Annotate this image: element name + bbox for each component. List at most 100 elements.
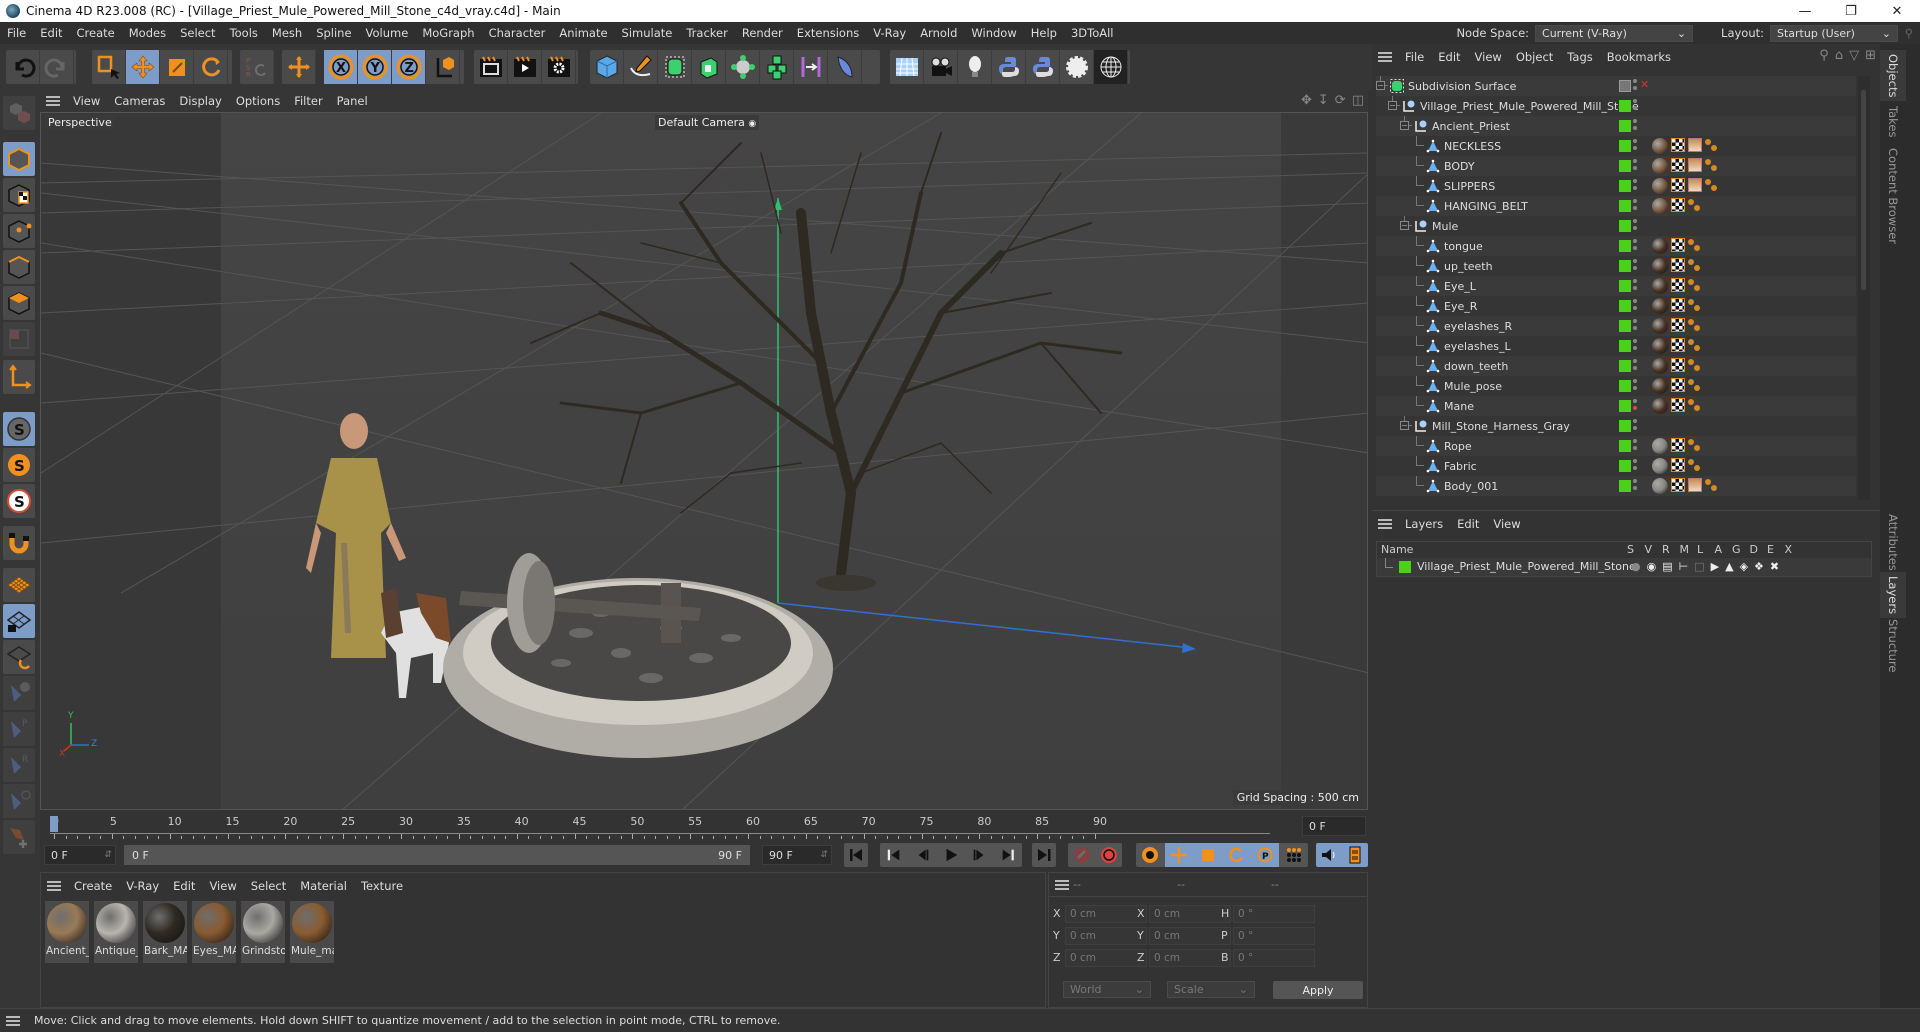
pin-rotation-button[interactable]: R <box>3 748 35 782</box>
points-mode-button[interactable] <box>3 214 35 248</box>
menu-tracker[interactable]: Tracker <box>679 26 735 40</box>
object-row[interactable]: − Ancient_Priest <box>1376 116 1856 136</box>
uvw-tag-icon[interactable] <box>1671 318 1685 332</box>
model-mode-button[interactable] <box>3 142 35 176</box>
editor-visibility-dot[interactable] <box>1633 259 1637 263</box>
uvw-tag-icon[interactable] <box>1671 358 1685 372</box>
editor-visibility-dot[interactable] <box>1633 319 1637 323</box>
layer-menu-edit[interactable]: Edit <box>1450 517 1486 531</box>
node-space-dropdown[interactable]: Current (V-Ray) ⌄ <box>1535 24 1694 42</box>
layer-column-r[interactable]: R <box>1662 543 1670 556</box>
object-row[interactable]: eyelashes_L <box>1376 336 1856 356</box>
object-row[interactable]: eyelashes_R <box>1376 316 1856 336</box>
render-visibility-dot[interactable] <box>1633 326 1637 330</box>
layer-color-indicator[interactable] <box>1619 380 1631 392</box>
phong-tag-icon[interactable] <box>1688 458 1702 472</box>
object-menu-file[interactable]: File <box>1398 50 1431 64</box>
menu-mesh[interactable]: Mesh <box>265 26 309 40</box>
visibility-dots[interactable] <box>1633 379 1637 393</box>
object-row[interactable]: Body_001 <box>1376 476 1856 496</box>
zoom-view-icon[interactable]: ↧ <box>1318 93 1329 108</box>
menu-character[interactable]: Character <box>482 26 553 40</box>
cube-button[interactable] <box>590 50 624 84</box>
uvw-tag-icon[interactable] <box>1671 138 1685 152</box>
render-visibility-dot[interactable] <box>1633 246 1637 250</box>
toggle-view-layout-icon[interactable]: ◫ <box>1352 93 1364 108</box>
selection-tag-icon[interactable] <box>1688 478 1702 492</box>
lock-workplane-button[interactable] <box>3 604 35 638</box>
record-active-objects-button[interactable] <box>1068 843 1095 867</box>
object-name[interactable]: Mill_Stone_Harness_Gray <box>1432 420 1570 433</box>
python-button[interactable] <box>992 50 1026 84</box>
menu-select[interactable]: Select <box>173 26 222 40</box>
phong-tag-icon[interactable] <box>1688 338 1702 352</box>
object-row[interactable]: − Mule <box>1376 216 1856 236</box>
hamburger-menu-icon[interactable] <box>1055 879 1069 890</box>
object-name[interactable]: Body_001 <box>1444 480 1498 493</box>
editor-visibility-dot[interactable] <box>1633 279 1637 283</box>
pin-position-button[interactable]: P <box>3 712 35 746</box>
collapse-toggle-icon[interactable]: − <box>1376 81 1385 90</box>
layer-column-s[interactable]: S <box>1627 543 1634 556</box>
visibility-dots[interactable] <box>1633 299 1637 313</box>
scale-tool-button[interactable] <box>160 50 194 84</box>
phong-tag-icon[interactable] <box>1688 318 1702 332</box>
render-visibility-dot[interactable] <box>1633 146 1637 150</box>
editor-visibility-dot[interactable] <box>1633 479 1637 483</box>
coordinate-mode-dropdown[interactable]: Scale ⌄ <box>1167 981 1255 998</box>
floor-button[interactable] <box>890 50 924 84</box>
uv-mode-button[interactable] <box>3 322 35 356</box>
layer-color-indicator[interactable] <box>1619 260 1631 272</box>
menu-3dtoall[interactable]: 3DToAll <box>1064 26 1121 40</box>
edges-mode-button[interactable] <box>3 250 35 284</box>
editor-visibility-dot[interactable] <box>1633 119 1637 123</box>
layer-color-indicator[interactable] <box>1619 360 1631 372</box>
editor-visibility-dot[interactable] <box>1633 459 1637 463</box>
material-tag-icon[interactable] <box>1652 458 1668 474</box>
globe-button[interactable] <box>1094 50 1128 84</box>
uvw-tag-icon[interactable] <box>1671 458 1685 472</box>
selection-tag-icon[interactable] <box>1688 158 1702 172</box>
object-row[interactable]: Eye_R <box>1376 296 1856 316</box>
generator-icon[interactable]: ▲ <box>1725 560 1733 573</box>
collapse-toggle-icon[interactable]: − <box>1400 221 1409 230</box>
menu-help[interactable]: Help <box>1024 26 1064 40</box>
object-name[interactable]: eyelashes_L <box>1444 340 1511 353</box>
render-picture-viewer-button[interactable] <box>508 50 542 84</box>
next-frame-button[interactable] <box>965 843 993 867</box>
object-row[interactable]: Mane <box>1376 396 1856 416</box>
coordinate-system-button[interactable] <box>426 50 460 84</box>
rotate-tool-button[interactable] <box>194 50 228 84</box>
layer-color-indicator[interactable] <box>1619 460 1631 472</box>
pen-button[interactable] <box>624 50 658 84</box>
autokeying-button[interactable] <box>1095 843 1122 867</box>
object-name[interactable]: Village_Priest_Mule_Powered_Mill_Stone <box>1420 100 1639 113</box>
render-visibility-dot[interactable] <box>1633 126 1637 130</box>
menu-animate[interactable]: Animate <box>552 26 614 40</box>
solo-single-button[interactable]: S <box>3 448 35 482</box>
object-row[interactable]: down_teeth <box>1376 356 1856 376</box>
go-to-end-button[interactable] <box>1032 843 1056 867</box>
menu-arnold[interactable]: Arnold <box>913 26 964 40</box>
material-tag-icon[interactable] <box>1652 478 1668 494</box>
object-name[interactable]: tongue <box>1444 240 1483 253</box>
phong-tag-icon[interactable] <box>1705 158 1719 172</box>
uvw-tag-icon[interactable] <box>1671 478 1685 492</box>
render-visibility-dot[interactable] <box>1633 486 1637 490</box>
layer-row[interactable]: Village_Priest_Mule_Powered_Mill_Stone ●… <box>1377 558 1871 576</box>
uvw-tag-icon[interactable] <box>1671 258 1685 272</box>
sound-button[interactable] <box>1316 843 1342 867</box>
material-tag-icon[interactable] <box>1652 238 1668 254</box>
editor-visibility-dot[interactable] <box>1633 159 1637 163</box>
material-menu-texture[interactable]: Texture <box>354 879 410 893</box>
tab-attributes[interactable]: Attributes <box>1886 514 1900 571</box>
settings-gear-button[interactable] <box>1060 50 1094 84</box>
object-row[interactable]: SLIPPERS <box>1376 176 1856 196</box>
visibility-dots[interactable] <box>1633 459 1637 473</box>
hamburger-menu-icon[interactable] <box>1378 519 1392 529</box>
camera-button[interactable] <box>924 50 958 84</box>
editor-visibility-dot[interactable] <box>1633 239 1637 243</box>
object-name[interactable]: Rope <box>1444 440 1472 453</box>
visible-eye-icon[interactable]: ◉ <box>1647 560 1657 573</box>
key-pla-button[interactable] <box>1279 843 1308 867</box>
